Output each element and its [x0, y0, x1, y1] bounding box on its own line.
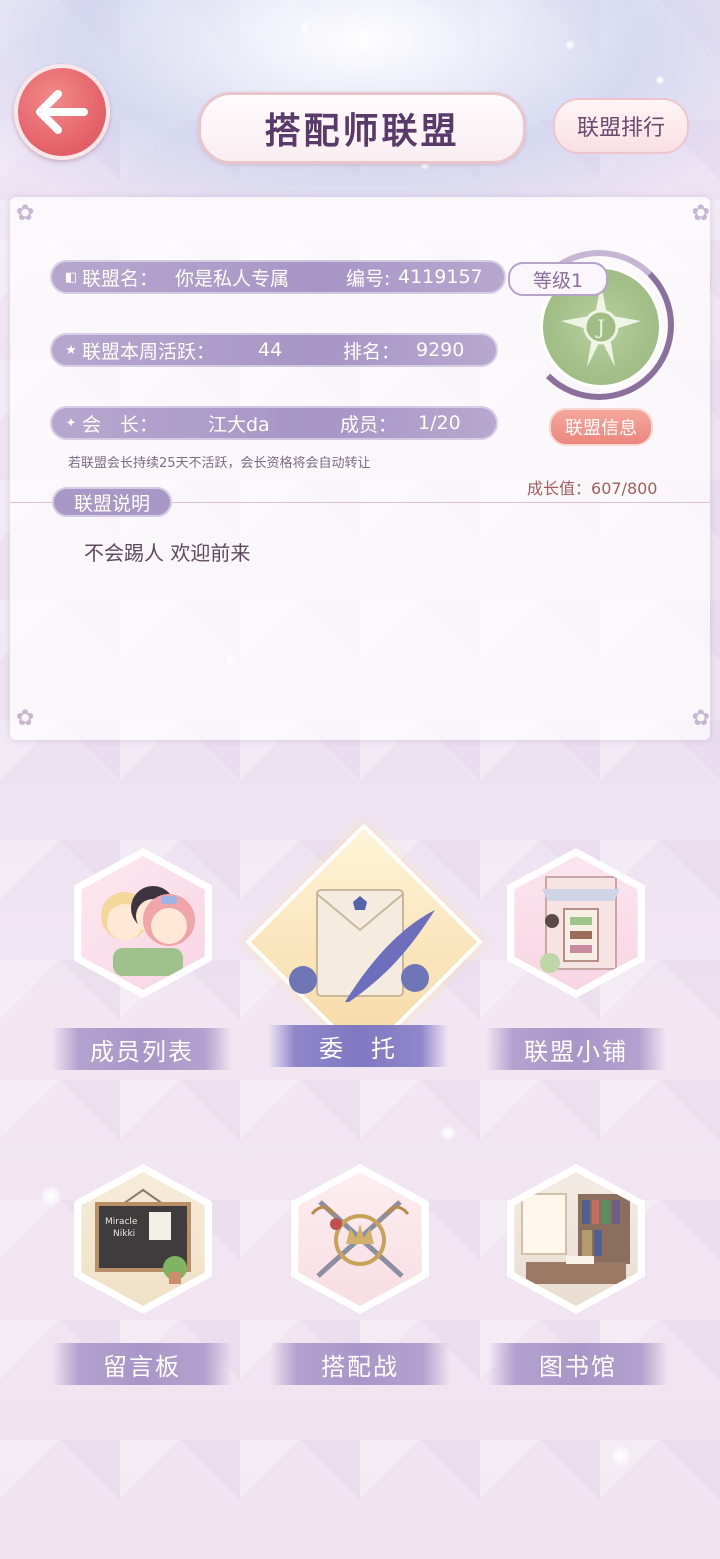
library-label[interactable]: 图书馆: [488, 1343, 668, 1385]
svg-text:Miracle: Miracle: [105, 1217, 138, 1227]
members-list-label[interactable]: 成员列表: [52, 1028, 232, 1070]
growth-label: 成长值：: [527, 479, 592, 498]
sparkle: [40, 1185, 62, 1207]
book-icon: ◧: [64, 269, 78, 285]
sparkle: [610, 1445, 632, 1467]
description-tag: 联盟说明: [52, 487, 173, 517]
growth-number: 607/800: [591, 479, 658, 498]
shop-illustration-icon: [540, 876, 620, 973]
library-hex[interactable]: [507, 1164, 645, 1314]
weekly-active-row: ★ 联盟本周活跃： 44 排名： 9290: [50, 333, 498, 367]
level-badge: 等级1: [508, 262, 608, 296]
star-icon: ★: [65, 342, 77, 358]
weekly-active-value: 44: [258, 339, 283, 361]
alliance-info-button[interactable]: 联盟信息: [549, 408, 653, 446]
shop-hex[interactable]: [507, 848, 645, 998]
sparkle: [300, 22, 310, 32]
sparkle: [440, 1125, 456, 1141]
sparkle: [565, 40, 575, 50]
rank-label: 排名：: [343, 340, 401, 363]
corner-flourish: ✿: [16, 201, 35, 226]
message-board-label[interactable]: 留言板: [52, 1343, 232, 1385]
alliance-name-row: ◧ 联盟名： 你是私人专属 编号: 4119157: [50, 260, 506, 294]
crossed-swords-crest-icon: [310, 1200, 410, 1278]
leader-label: 会 长：: [82, 413, 159, 436]
alliance-ranking-button[interactable]: 联盟排行: [553, 98, 689, 154]
corner-flourish: ✿: [16, 706, 35, 731]
weekly-active-label: 联盟本周活跃：: [82, 340, 216, 363]
commission-label[interactable]: 委 托: [268, 1025, 448, 1067]
alliance-shop-label[interactable]: 联盟小铺: [486, 1028, 666, 1070]
alliance-id: 4119157: [398, 266, 483, 288]
alliance-id-label: 编号:: [346, 267, 391, 290]
svg-text:Nikki: Nikki: [113, 1229, 135, 1239]
growth-value: 成长值：607/800: [527, 475, 657, 499]
corner-flourish: ✿: [691, 201, 710, 226]
battle-hex[interactable]: [291, 1164, 429, 1314]
bookshelf-icon: [521, 1193, 630, 1284]
leader-name: 江大da: [208, 413, 270, 436]
sparkle-icon: ✦: [65, 415, 77, 431]
alliance-name-label: 联盟名：: [82, 267, 159, 290]
styling-battle-label[interactable]: 搭配战: [270, 1343, 450, 1385]
leader-row: ✦ 会 长： 江大da 成员： 1/20: [50, 406, 498, 440]
back-button[interactable]: [14, 64, 110, 160]
corner-flourish: ✿: [691, 706, 710, 731]
alliance-description: 不会踢人 欢迎前来: [84, 541, 251, 565]
rank-value: 9290: [416, 339, 465, 361]
leader-transfer-hint: 若联盟会长持续25天不活跃，会长资格将会自动转让: [68, 456, 371, 471]
members-hex[interactable]: [74, 848, 212, 998]
page-title: 搭配师联盟: [264, 111, 460, 152]
back-arrow-icon: [36, 90, 88, 134]
title-plate: 搭配师联盟: [198, 92, 526, 164]
members-illustration-icon: [101, 886, 195, 976]
chalkboard-icon: Miracle Nikki: [95, 1188, 191, 1284]
letter-quill-icon: [289, 889, 435, 1002]
sparkle: [655, 75, 665, 85]
alliance-name: 你是私人专属: [175, 267, 290, 290]
members-count: 1/20: [418, 412, 461, 434]
board-hex[interactable]: Miracle Nikki: [74, 1164, 212, 1314]
members-label: 成员：: [340, 413, 398, 436]
svg-text:J: J: [595, 315, 605, 339]
